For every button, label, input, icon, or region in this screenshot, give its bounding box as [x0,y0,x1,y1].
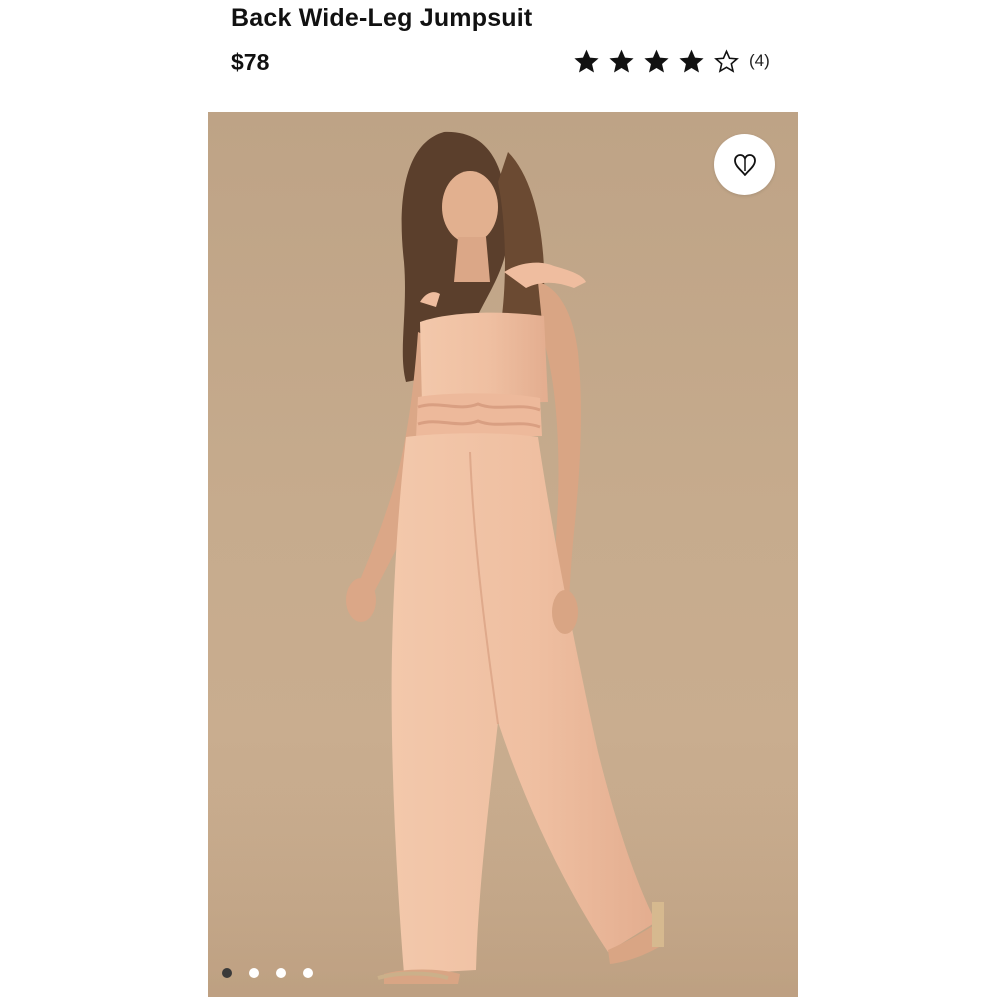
carousel-dot[interactable] [276,968,286,978]
carousel-dot[interactable] [249,968,259,978]
carousel-dot[interactable] [303,968,313,978]
heart-icon [731,151,759,179]
star-icon [572,47,601,76]
star-icon [642,47,671,76]
model-photo-illustration [208,131,798,997]
product-price: $78 [231,49,270,75]
product-image[interactable] [208,112,798,997]
product-detail-page: Back Wide-Leg Jumpsuit $78 (4) [0,0,1000,1000]
product-rating[interactable]: (4) [572,46,770,76]
wishlist-button[interactable] [714,134,775,195]
star-icon [677,47,706,76]
review-count[interactable]: (4) [749,46,770,76]
carousel-dot[interactable] [222,968,232,978]
product-title: Back Wide-Leg Jumpsuit [231,4,533,32]
star-outline-icon [712,47,741,76]
product-title-container: Back Wide-Leg Jumpsuit [231,0,791,36]
star-icon [607,47,636,76]
carousel-pagination [222,966,313,980]
